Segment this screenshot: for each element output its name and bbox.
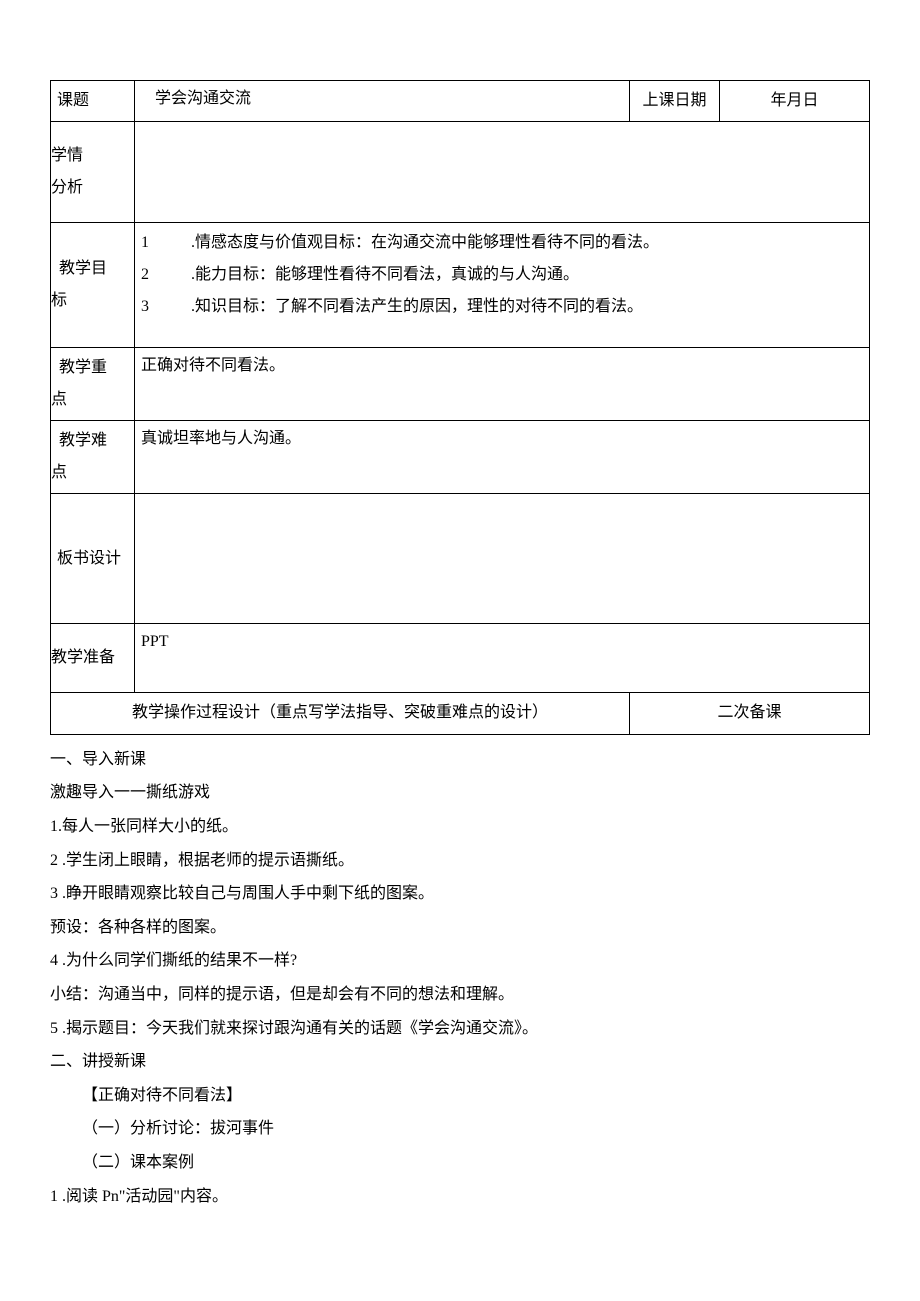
- objective-text: .情感态度与价值观目标：在沟通交流中能够理性看待不同的看法。: [191, 227, 659, 259]
- board-row: 板书设计: [51, 494, 870, 624]
- prep-row: 教学准备 PPT: [51, 624, 870, 693]
- situation-row: 学情 分析: [51, 122, 870, 223]
- date-label-cell: 上课日期: [630, 81, 720, 122]
- objectives-content: 1 .情感态度与价值观目标：在沟通交流中能够理性看待不同的看法。 2 .能力目标…: [135, 223, 870, 348]
- focus-content: 正确对待不同看法。: [135, 348, 870, 421]
- objectives-label-l2: 标: [51, 285, 128, 317]
- content-line: 二、讲授新课: [50, 1045, 870, 1079]
- objective-item: 3 .知识目标：了解不同看法产生的原因，理性的对待不同的看法。: [141, 291, 863, 323]
- situation-content: [135, 122, 870, 223]
- content-line: 5 .揭示题目：今天我们就来探讨跟沟通有关的话题《学会沟通交流》。: [50, 1012, 870, 1046]
- header-row: 课题 学会沟通交流 上课日期 年月日: [51, 81, 870, 122]
- content-line: （一）分析讨论：拔河事件: [50, 1112, 870, 1146]
- focus-row: 教学重 点 正确对待不同看法。: [51, 348, 870, 421]
- secondary-header: 二次备课: [630, 693, 870, 735]
- objective-item: 2 .能力目标：能够理性看待不同看法，真诚的与人沟通。: [141, 259, 863, 291]
- content-line: 【正确对待不同看法】: [50, 1079, 870, 1113]
- situation-label: 学情 分析: [51, 122, 135, 223]
- section-header-row: 教学操作过程设计（重点写学法指导、突破重难点的设计） 二次备课: [51, 693, 870, 735]
- content-line: 激趣导入一一撕纸游戏: [50, 776, 870, 810]
- date-value-cell: 年月日: [720, 81, 870, 122]
- board-content: [135, 494, 870, 624]
- content-line: 2 .学生闭上眼睛，根据老师的提示语撕纸。: [50, 844, 870, 878]
- prep-label: 教学准备: [51, 624, 135, 693]
- objectives-label: 教学目 标: [51, 223, 135, 348]
- objective-num: 2: [141, 259, 191, 291]
- content-line: 3 .睁开眼睛观察比较自己与周围人手中剩下纸的图案。: [50, 877, 870, 911]
- content-line: 1 .阅读 Pn"活动园"内容。: [50, 1180, 870, 1214]
- objective-text: .能力目标：能够理性看待不同看法，真诚的与人沟通。: [191, 259, 579, 291]
- lesson-content: 一、导入新课 激趣导入一一撕纸游戏 1.每人一张同样大小的纸。 2 .学生闭上眼…: [50, 743, 870, 1213]
- prep-content: PPT: [135, 624, 870, 693]
- situation-label-l2: 分析: [51, 172, 134, 204]
- situation-label-l1: 学情: [51, 140, 134, 172]
- objective-num: 1: [141, 227, 191, 259]
- content-line: （二）课本案例: [50, 1146, 870, 1180]
- content-line: 1.每人一张同样大小的纸。: [50, 810, 870, 844]
- difficulty-label: 教学难 点: [51, 421, 135, 494]
- objective-item: 1 .情感态度与价值观目标：在沟通交流中能够理性看待不同的看法。: [141, 227, 863, 259]
- objective-text: .知识目标：了解不同看法产生的原因，理性的对待不同的看法。: [191, 291, 643, 323]
- process-header: 教学操作过程设计（重点写学法指导、突破重难点的设计）: [51, 693, 630, 735]
- board-label: 板书设计: [51, 494, 135, 624]
- difficulty-label-l1: 教学难: [59, 425, 128, 457]
- focus-label-l1: 教学重: [59, 352, 128, 384]
- difficulty-row: 教学难 点 真诚坦率地与人沟通。: [51, 421, 870, 494]
- lesson-plan-table: 课题 学会沟通交流 上课日期 年月日 学情 分析 教学目 标 1 .情感态度与价…: [50, 80, 870, 735]
- objectives-row: 教学目 标 1 .情感态度与价值观目标：在沟通交流中能够理性看待不同的看法。 2…: [51, 223, 870, 348]
- content-line: 小结：沟通当中，同样的提示语，但是却会有不同的想法和理解。: [50, 978, 870, 1012]
- content-line: 一、导入新课: [50, 743, 870, 777]
- difficulty-label-l2: 点: [51, 457, 128, 489]
- content-line: 4 .为什么同学们撕纸的结果不一样?: [50, 944, 870, 978]
- topic-label-cell: 课题: [51, 81, 135, 122]
- focus-label-l2: 点: [51, 384, 128, 416]
- objective-num: 3: [141, 291, 191, 323]
- difficulty-content: 真诚坦率地与人沟通。: [135, 421, 870, 494]
- focus-label: 教学重 点: [51, 348, 135, 421]
- content-line: 预设：各种各样的图案。: [50, 911, 870, 945]
- objectives-label-l1: 教学目: [59, 253, 128, 285]
- topic-value-cell: 学会沟通交流: [135, 81, 630, 122]
